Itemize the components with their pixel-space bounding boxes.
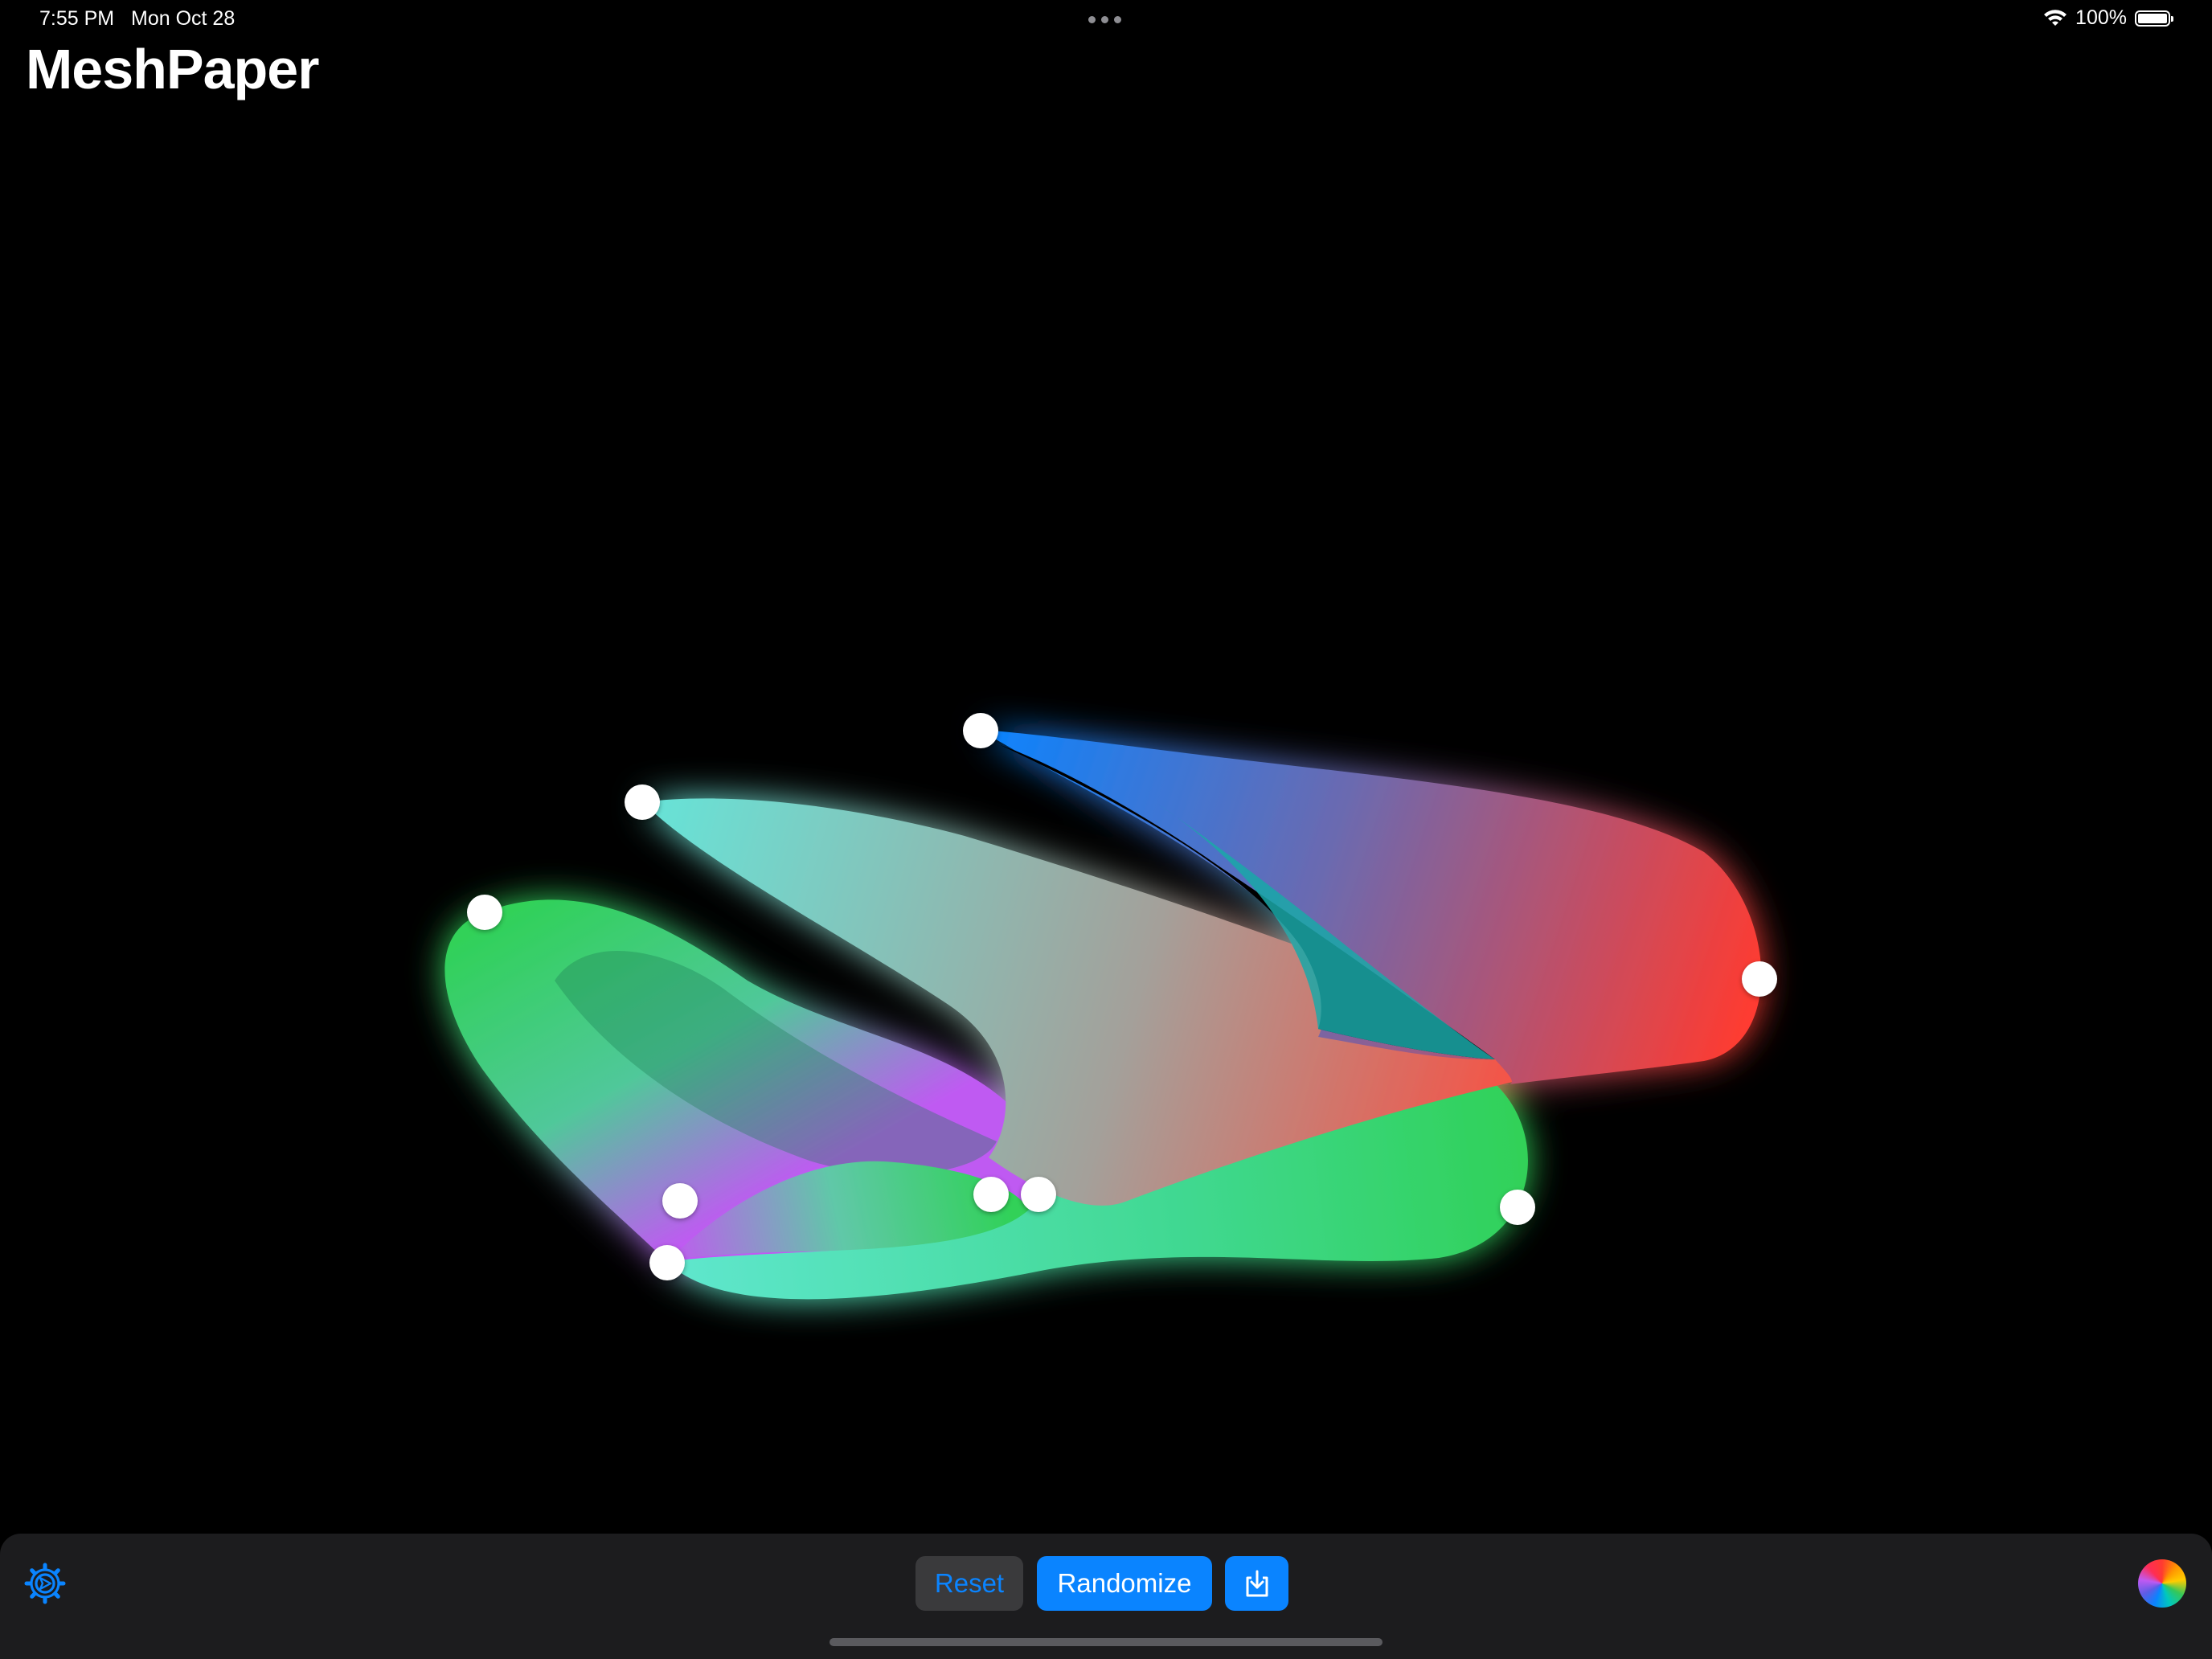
reset-button[interactable]: Reset xyxy=(916,1556,1023,1611)
status-time: 7:55 PM xyxy=(39,7,115,30)
mesh-control-point[interactable] xyxy=(662,1183,698,1219)
mesh-control-point[interactable] xyxy=(963,713,998,748)
battery-percent: 100% xyxy=(2075,6,2127,29)
mesh-canvas[interactable] xyxy=(0,0,2212,1659)
dot-icon xyxy=(1088,16,1096,23)
page-title: MeshPaper xyxy=(26,38,319,100)
color-wheel-icon[interactable] xyxy=(2138,1559,2186,1608)
status-right: 100% xyxy=(2043,6,2173,30)
screen: 7:55 PM Mon Oct 28 100% MeshPaper Reset … xyxy=(0,0,2212,1659)
randomize-button[interactable]: Randomize xyxy=(1037,1556,1212,1611)
wifi-icon xyxy=(2044,9,2067,26)
multitasking-menu[interactable] xyxy=(1088,16,1121,23)
mesh-control-point[interactable] xyxy=(1742,961,1777,997)
gear-icon[interactable] xyxy=(24,1563,66,1604)
dot-icon xyxy=(1101,16,1108,23)
status-bar: 7:55 PM Mon Oct 28 100% xyxy=(0,0,2212,39)
mesh-control-point[interactable] xyxy=(1021,1177,1056,1212)
export-icon xyxy=(1246,1570,1268,1597)
mesh-control-point[interactable] xyxy=(973,1177,1009,1212)
status-date: Mon Oct 28 xyxy=(131,7,236,30)
mesh-control-point[interactable] xyxy=(1500,1190,1535,1225)
mesh-control-point[interactable] xyxy=(649,1245,685,1280)
battery-icon xyxy=(2135,10,2173,27)
mesh-control-point[interactable] xyxy=(467,895,502,930)
home-indicator[interactable] xyxy=(830,1638,1382,1646)
export-button[interactable] xyxy=(1225,1556,1288,1611)
mesh-control-point[interactable] xyxy=(625,784,660,820)
dot-icon xyxy=(1114,16,1121,23)
